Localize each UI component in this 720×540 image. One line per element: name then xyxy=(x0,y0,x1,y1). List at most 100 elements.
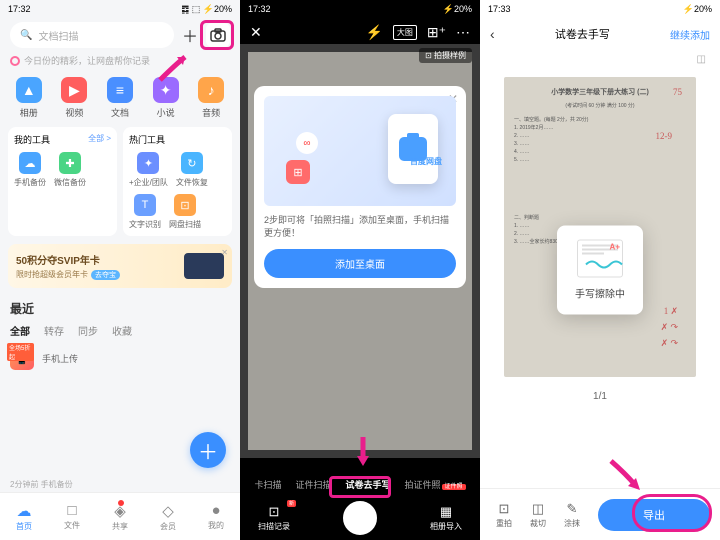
bottom-nav: ☁首页 □文件 ◈共享 ◇会员 ●我的 xyxy=(0,492,240,540)
search-placeholder: 文档扫描 xyxy=(38,28,78,43)
tool-手机备份[interactable]: ☁手机备份 xyxy=(14,152,46,188)
scanner-bottom: ⊡扫描记录新 ▦相册导入 xyxy=(240,496,480,540)
tool-icon: ✚ xyxy=(59,152,81,174)
list-item[interactable]: 📱全场5折起 手机上传 xyxy=(0,340,240,376)
handwriting: ✗ ↷ xyxy=(661,322,678,333)
erasing-popup: A+ 手写擦除中 xyxy=(557,226,643,315)
album-import-button[interactable]: ▦相册导入 xyxy=(430,504,462,532)
fab-add[interactable]: ＋ xyxy=(190,432,226,468)
grid-icon[interactable]: ⊞⁺ xyxy=(427,24,446,41)
nav-文件[interactable]: □文件 xyxy=(64,502,80,531)
scan-history-button[interactable]: ⊡扫描记录新 xyxy=(258,504,290,532)
tool-微信备份[interactable]: ✚ 微信备份 xyxy=(54,152,86,188)
tab-全部[interactable]: 全部 xyxy=(10,323,30,338)
my-tools-card: 我的工具 全部 > ☁手机备份 ✚ 微信备份 xyxy=(8,127,117,236)
screen-erase: 17:33 ⚡20% ‹ 试卷去手写 继续添加 ◫ 小学数学三年级下册大练习 (… xyxy=(480,0,720,540)
handwriting: ✗ ↷ xyxy=(661,338,678,349)
tool-label: 文件恢复 xyxy=(176,177,208,188)
mode-tag: 证件照 xyxy=(442,484,466,490)
nav-会员[interactable]: ◇会员 xyxy=(160,502,176,532)
layout-icon[interactable]: ◫ xyxy=(697,54,706,65)
category-视频[interactable]: ▶视频 xyxy=(61,77,87,119)
promo-badge: 全场5折起 xyxy=(7,343,34,361)
sample-button[interactable]: ⊡ 拍摄样例 xyxy=(419,48,472,63)
tool-+企业/团队[interactable]: ✦+企业/团队 xyxy=(129,152,168,188)
arrow-to-export xyxy=(606,456,646,496)
tool-网盘扫描[interactable]: ⊡网盘扫描 xyxy=(169,194,201,230)
item-icon: 📱全场5折起 xyxy=(10,346,34,370)
action-裁切[interactable]: ◫裁切 xyxy=(524,501,552,529)
status-bar: 17:32 ⚡20% xyxy=(240,0,480,18)
add-shortcut-modal: ✕ ∞ ⊞ 百度网盘 2步即可将「拍照扫描」添加至桌面，手机扫描更方便！ 添加至… xyxy=(254,86,466,288)
recent-tabs: 全部转存同步收藏 xyxy=(0,321,240,340)
history-icon: ⊡ xyxy=(269,504,280,520)
phone-mockup xyxy=(388,114,438,184)
svip-subtitle: 限时抢超级会员年卡 xyxy=(16,269,88,280)
album-icon: ▦ xyxy=(440,504,452,520)
tool-icon: ✦ xyxy=(137,152,159,174)
category-label: 相册 xyxy=(20,106,38,119)
all-link[interactable]: 全部 > xyxy=(88,133,111,146)
action-label: 涂抹 xyxy=(564,518,580,529)
status-bar: 17:32 ䷺ ⬚ ⚡20% xyxy=(0,0,240,18)
category-文档[interactable]: ≡文档 xyxy=(107,77,133,119)
ring-icon xyxy=(10,56,20,66)
svip-chip[interactable]: 去夺宝 xyxy=(91,270,120,280)
tab-收藏[interactable]: 收藏 xyxy=(112,323,132,338)
banner-text: 今日份的精彩，让网盘帮你记录 xyxy=(0,52,240,69)
baidu-pan-label: 百度网盘 xyxy=(410,156,442,167)
tool-文字识别[interactable]: T文字识别 xyxy=(129,194,161,230)
item-label: 手机上传 xyxy=(42,352,78,365)
category-row: ▲相册▶视频≡文档✦小说♪音频 xyxy=(0,69,240,127)
category-label: 音频 xyxy=(202,106,220,119)
popup-text: 手写擦除中 xyxy=(575,286,625,301)
shutter-button[interactable] xyxy=(343,501,377,535)
action-涂抹[interactable]: ✎涂抹 xyxy=(558,501,586,529)
tool-label: 微信备份 xyxy=(54,177,86,188)
handwriting: 75 xyxy=(673,87,682,97)
svip-banner[interactable]: 50积分夺SVIP年卡 限时抢超级会员年卡去夺宝 ✕ xyxy=(8,244,232,288)
close-icon[interactable]: ✕ xyxy=(250,24,262,41)
add-desktop-button[interactable]: 添加至桌面 xyxy=(264,249,456,278)
page-title: 试卷去手写 xyxy=(555,26,610,42)
nav-icon: ● xyxy=(211,502,220,519)
more-icon[interactable]: ⋯ xyxy=(456,24,470,41)
hd-icon[interactable]: 大图 xyxy=(393,25,417,40)
category-icon: ▶ xyxy=(61,77,87,103)
nav-我的[interactable]: ●我的 xyxy=(208,502,224,531)
action-label: 裁切 xyxy=(530,518,546,529)
tools-cards: 我的工具全部 > ☁手机备份✚微信备份 热门工具 ✦+企业/团队↻文件恢复 T文… xyxy=(0,127,240,236)
tab-转存[interactable]: 转存 xyxy=(44,323,64,338)
close-icon[interactable]: ✕ xyxy=(221,248,228,257)
tool-icon: ⊡ xyxy=(174,194,196,216)
category-音频[interactable]: ♪音频 xyxy=(198,77,224,119)
tool-文件恢复[interactable]: ↻文件恢复 xyxy=(176,152,208,188)
continue-add-button[interactable]: 继续添加 xyxy=(670,27,710,42)
tool-icon: T xyxy=(134,194,156,216)
highlight-export xyxy=(632,494,712,532)
apps-icon: ⊞ xyxy=(286,160,310,184)
mode-拍证件照[interactable]: 拍证件照证件照 xyxy=(400,475,471,494)
status-battery: ⚡20% xyxy=(683,4,712,15)
recent-heading: 最近 xyxy=(0,296,240,321)
highlight-mode xyxy=(329,476,391,498)
nav-共享[interactable]: ◈共享 xyxy=(112,502,128,532)
card-title: 我的工具 xyxy=(14,133,50,146)
search-input[interactable]: 🔍 文档扫描 xyxy=(10,22,174,48)
status-battery: ⚡20% xyxy=(443,4,472,15)
mode-卡扫描[interactable]: 卡扫描 xyxy=(249,475,286,494)
layout-toolbar: ◫ xyxy=(480,50,720,69)
action-重拍[interactable]: ⊡重拍 xyxy=(490,501,518,529)
svip-image xyxy=(184,253,224,279)
card-title: 热门工具 xyxy=(129,133,165,146)
flash-icon[interactable]: ⚡ xyxy=(365,24,382,41)
tab-同步[interactable]: 同步 xyxy=(78,323,98,338)
add-icon[interactable]: ＋ xyxy=(182,23,198,47)
nav-label: 文件 xyxy=(64,520,80,531)
category-相册[interactable]: ▲ 相册 xyxy=(16,77,42,119)
back-icon[interactable]: ‹ xyxy=(490,26,495,42)
nav-首页[interactable]: ☁首页 xyxy=(16,502,32,532)
category-icon: ▲ xyxy=(16,77,42,103)
arrow-to-camera xyxy=(155,45,195,85)
notification-dot xyxy=(118,500,124,506)
